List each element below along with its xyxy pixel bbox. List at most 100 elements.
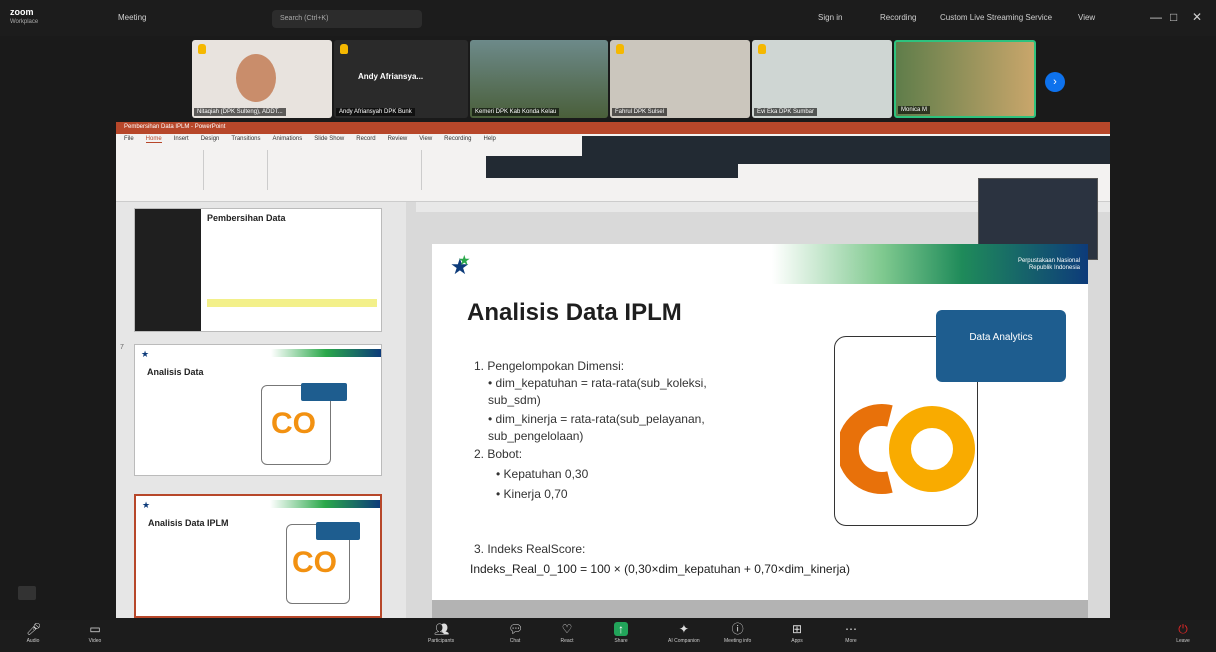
view-button[interactable]: View [1078,13,1095,22]
react-button[interactable]: ♡ React [560,622,574,644]
meeting-info-button[interactable]: ⓘ Meeting info [724,622,751,644]
participant-name: Andy Afriansyah DPK Bunk [336,108,415,116]
zoom-topbar: zoom Workplace Meeting Search (Ctrl+K) Si… [0,0,1216,36]
leave-icon: ⏻ [1178,622,1188,636]
leave-button[interactable]: ⏻ Leave [1176,622,1190,644]
list-item: • Kinerja 0,70 [496,487,568,501]
more-icon: ⋯ [845,622,857,636]
minimize-icon[interactable]: — [1150,10,1162,24]
participant-tile-active-speaker[interactable]: Monica M [894,40,1036,118]
microphone-icon: 🎤︎ [26,622,42,636]
slide-footer [432,600,1088,618]
list-item: 2. Bobot: [474,447,523,461]
colab-logo: CO [271,407,316,440]
apps-button[interactable]: ⊞ Apps [790,622,804,644]
participant-tile[interactable]: Kemeri DPK Kab Konda Kelau [470,40,608,118]
participant-name: Monica M [898,106,931,114]
participant-tile[interactable]: Evi Eka DPK Sumbar [752,40,892,118]
colab-logo-graphic [840,404,975,494]
thumbnail-title: Analisis Data [147,367,204,377]
raised-hand-icon [616,44,624,54]
slide-thumbnail[interactable]: ★ Analisis Data CO [134,344,382,476]
menu-recording[interactable]: Recording [444,136,471,143]
list-item: sub_sdm) [488,393,541,407]
live-stream-button[interactable]: Custom Live Streaming Service [940,13,1052,22]
menu-transitions[interactable]: Transitions [231,136,260,143]
menu-view[interactable]: View [419,136,432,143]
menu-record[interactable]: Record [356,136,375,143]
participant-display-name: Andy Afriansya... [358,72,424,81]
formula: Indeks_Real_0_100 = 100 × (0,30×dim_kepa… [470,562,850,576]
participant-tile[interactable]: Andy Afriansya... Andy Afriansyah DPK Bu… [334,40,468,118]
thumbnail-icon[interactable] [18,586,36,600]
sign-in-link[interactable]: Sign in [818,13,842,22]
font-group[interactable] [272,150,422,190]
meeting-controls: 🎤︎ Audio ▭ Video 👥︎ Participants 💬︎ Chat ♡ Re… [0,620,1216,652]
clipboard-group[interactable] [124,150,204,190]
list-item: sub_pengelolaan) [488,429,584,443]
chat-button[interactable]: 💬︎ Chat [508,622,524,644]
meeting-label[interactable]: Meeting [118,13,146,22]
main-slide: Perpustakaan Nasional Republik Indonesia … [432,244,1088,618]
menu-insert[interactable]: Insert [174,136,189,143]
star-logo-icon: ★ ★ [450,252,471,279]
participant-name: Evi Eka DPK Sumbar [754,108,818,116]
participants-icon: 👥︎ [434,622,450,636]
data-analytics-label: Data Analytics [936,310,1066,382]
menu-home[interactable]: Home [145,136,162,143]
more-button[interactable]: ⋯ More [844,622,858,644]
thumbnail-title: Analisis Data IPLM [148,518,229,528]
thumbnail-title: Pembersihan Data [207,213,286,223]
participant-name: Fahrul DPK Sulsel [612,108,668,116]
participant-tile[interactable]: Fahrul DPK Sulsel [610,40,750,118]
menu-design[interactable]: Design [201,136,220,143]
raised-hand-icon [198,44,206,54]
participants-button[interactable]: 👥︎ Participants [428,622,454,644]
powerpoint-window: Pembersihan Data IPLM - PowerPoint File … [116,122,1110,618]
header-tag-line2: Republik Indonesia [1028,265,1080,271]
participant-name: Kemeri DPK Kab Konda Kelau [472,108,560,116]
menu-help[interactable]: Help [484,136,496,143]
redacted-area [486,156,738,178]
list-item: 1. Pengelompokan Dimensi: [474,359,625,373]
paragraph-group[interactable] [426,150,486,190]
menu-animations[interactable]: Animations [273,136,303,143]
menu-file[interactable]: File [124,136,134,143]
raised-hand-icon [340,44,348,54]
ribbon-menu: File Home Insert Design Transitions Anim… [124,136,496,143]
audio-button[interactable]: 🎤︎ Audio [26,622,42,644]
colab-logo: CO [292,546,337,579]
next-page-icon[interactable]: › [1045,72,1065,92]
menu-slideshow[interactable]: Slide Show [314,136,344,143]
ai-companion-button[interactable]: ✦ AI Companion [668,622,700,644]
search-input[interactable]: Search (Ctrl+K) [272,10,422,28]
header-band: Perpustakaan Nasional Republik Indonesia [772,244,1088,284]
slide-number: 7 [120,344,124,351]
list-item: • dim_kepatuhan = rata-rata(sub_koleksi, [488,376,707,390]
chat-icon: 💬︎ [508,622,524,636]
share-button[interactable]: ↑ Share [614,622,628,644]
recording-indicator[interactable]: Recording [880,13,916,22]
participant-name: Nitaqiah (DPK Sulteng), ADDT... [194,108,286,116]
share-icon: ↑ [614,622,628,636]
list-item: 3. Indeks RealScore: [474,542,586,556]
slide-thumbnail-selected[interactable]: ★ Analisis Data IPLM CO [134,494,382,618]
menu-review[interactable]: Review [388,136,408,143]
heart-icon: ♡ [561,622,573,636]
zoom-logo: zoom Workplace [10,7,39,25]
info-icon: ⓘ [731,622,744,636]
sparkle-icon: ✦ [678,622,689,636]
participant-tile[interactable]: Nitaqiah (DPK Sulteng), ADDT... [192,40,332,118]
window-title: Pembersihan Data IPLM - PowerPoint [116,122,1110,134]
slide-thumbnail[interactable]: Pembersihan Data [134,208,382,332]
list-item: • Kepatuhan 0,30 [496,467,589,481]
slide-thumbnails-pane: Pembersihan Data 7 ★ Analisis Data CO ★ … [116,202,406,618]
raised-hand-icon [758,44,766,54]
camera-icon: ▭ [89,622,101,636]
slide-title: Analisis Data IPLM [467,299,682,326]
maximize-icon[interactable]: □ [1170,10,1177,24]
header-tag-line1: Perpustakaan Nasional [1017,258,1080,264]
slides-group[interactable] [208,150,268,190]
close-icon[interactable]: ✕ [1192,10,1202,24]
video-button[interactable]: ▭ Video [88,622,102,644]
